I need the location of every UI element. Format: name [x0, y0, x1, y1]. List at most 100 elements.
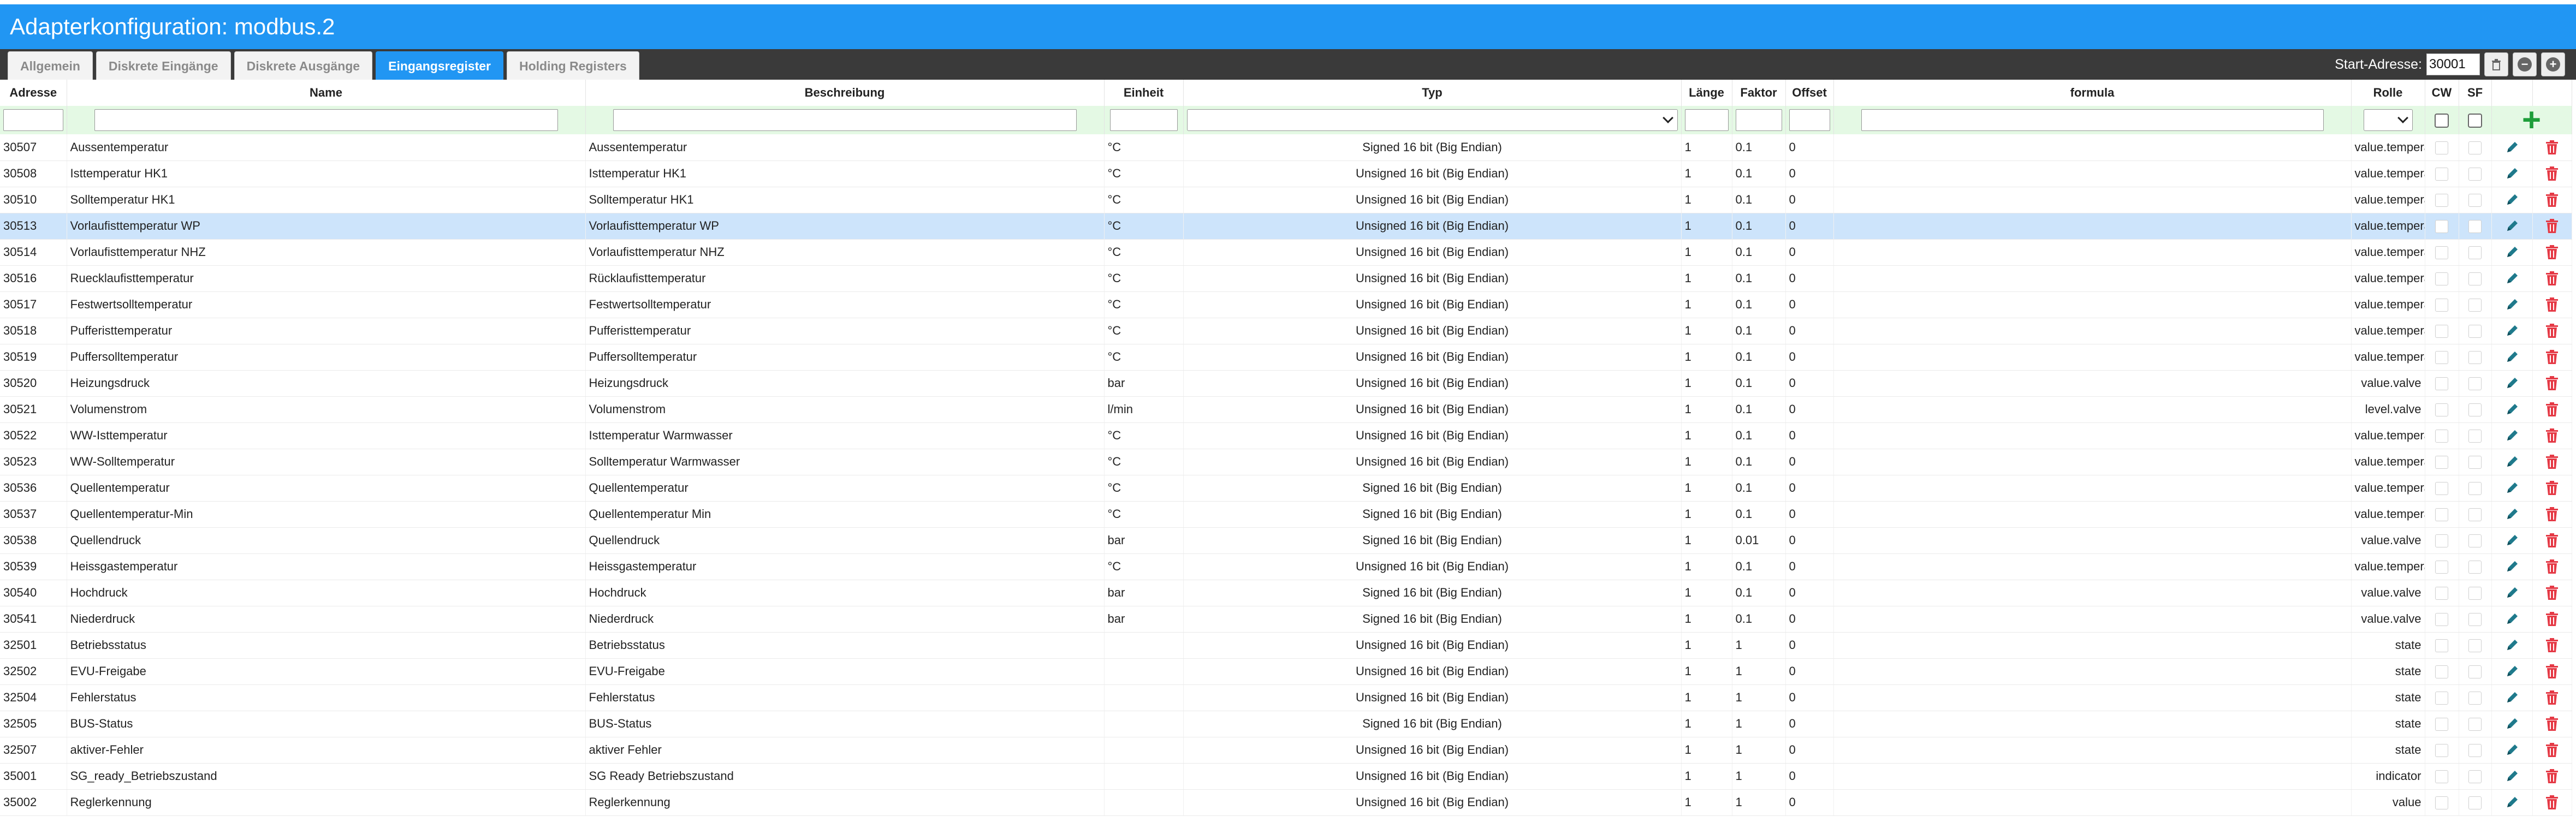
trash-icon[interactable]: [2544, 532, 2560, 549]
table-row[interactable]: 30520 Heizungsdruck Heizungsdruck bar Unsign…: [0, 370, 2572, 397]
sf-checkbox[interactable]: [2468, 141, 2482, 154]
trash-icon[interactable]: [2544, 742, 2560, 758]
sf-checkbox[interactable]: [2468, 351, 2482, 365]
col-header-length[interactable]: Länge: [1681, 80, 1732, 106]
sf-checkbox[interactable]: [2468, 534, 2482, 548]
filter-description-input[interactable]: [613, 109, 1077, 131]
trash-icon[interactable]: [2544, 296, 2560, 313]
pencil-icon[interactable]: [2504, 507, 2520, 522]
cw-checkbox[interactable]: [2435, 272, 2448, 286]
start-address-input[interactable]: [2426, 53, 2480, 75]
pencil-icon[interactable]: [2504, 271, 2520, 286]
cw-checkbox[interactable]: [2435, 770, 2448, 784]
pencil-icon[interactable]: [2504, 349, 2520, 365]
sf-checkbox[interactable]: [2468, 482, 2482, 496]
add-button[interactable]: +: [2541, 52, 2565, 76]
sf-checkbox[interactable]: [2468, 246, 2482, 260]
trash-icon[interactable]: [2544, 218, 2560, 234]
pencil-icon[interactable]: [2504, 480, 2520, 496]
pencil-icon[interactable]: [2504, 533, 2520, 548]
pencil-icon[interactable]: [2504, 769, 2520, 784]
table-row[interactable]: 30517 Festwertsolltemperatur Festwertsollt…: [0, 291, 2572, 318]
trash-icon[interactable]: [2544, 192, 2560, 208]
delete-all-button[interactable]: [2484, 52, 2508, 76]
filter-unit-input[interactable]: [1109, 109, 1178, 131]
filter-name-input[interactable]: [94, 109, 558, 131]
table-row[interactable]: 30541 Niederdruck Niederdruck bar Signed 16 …: [0, 606, 2572, 633]
table-row[interactable]: 35001 SG_ready_Betriebszustand SG Ready Be…: [0, 763, 2572, 790]
filter-address-input[interactable]: [3, 109, 63, 131]
pencil-icon[interactable]: [2504, 245, 2520, 260]
pencil-icon[interactable]: [2504, 166, 2520, 181]
cw-checkbox[interactable]: [2435, 796, 2448, 810]
trash-icon[interactable]: [2544, 401, 2560, 418]
cw-checkbox[interactable]: [2435, 534, 2448, 548]
pencil-icon[interactable]: [2504, 454, 2520, 469]
tab-holding-registers[interactable]: Holding Registers: [507, 51, 639, 80]
pencil-icon[interactable]: [2504, 795, 2520, 810]
sf-checkbox[interactable]: [2468, 194, 2482, 207]
trash-icon[interactable]: [2544, 323, 2560, 339]
trash-icon[interactable]: [2544, 768, 2560, 784]
cw-checkbox[interactable]: [2435, 613, 2448, 627]
filter-length-input[interactable]: [1684, 109, 1729, 131]
table-row[interactable]: 32501 Betriebsstatus Betriebsstatus Unsigne…: [0, 632, 2572, 659]
trash-icon[interactable]: [2544, 558, 2560, 575]
pencil-icon[interactable]: [2504, 140, 2520, 155]
table-row[interactable]: 30510 Solltemperatur HK1 Solltemperatur HK…: [0, 187, 2572, 213]
filter-cw-checkbox[interactable]: [2435, 113, 2449, 128]
table-row[interactable]: 30538 Quellendruck Quellendruck bar Signed 1…: [0, 527, 2572, 554]
table-row[interactable]: 30523 WW-Solltemperatur Solltemperatur War…: [0, 449, 2572, 475]
table-row[interactable]: 30516 Ruecklaufisttemperatur Rücklaufistte…: [0, 265, 2572, 292]
table-row[interactable]: 32507 aktiver-Fehler aktiver Fehler Unsigne…: [0, 737, 2572, 764]
cw-checkbox[interactable]: [2435, 665, 2448, 679]
col-header-address[interactable]: Adresse: [0, 80, 67, 106]
cw-checkbox[interactable]: [2435, 639, 2448, 653]
sf-checkbox[interactable]: [2468, 639, 2482, 653]
filter-type-select[interactable]: [1186, 109, 1678, 131]
pencil-icon[interactable]: [2504, 559, 2520, 574]
trash-icon[interactable]: [2544, 637, 2560, 653]
add-row-button[interactable]: +: [2495, 104, 2568, 136]
trash-icon[interactable]: [2544, 427, 2560, 444]
col-header-factor[interactable]: Faktor: [1732, 80, 1786, 106]
cw-checkbox[interactable]: [2435, 692, 2448, 705]
col-header-offset[interactable]: Offset: [1785, 80, 1834, 106]
pencil-icon[interactable]: [2504, 716, 2520, 731]
tab-diskrete-eingänge[interactable]: Diskrete Eingänge: [96, 51, 231, 80]
cw-checkbox[interactable]: [2435, 430, 2448, 443]
filter-sf-checkbox[interactable]: [2468, 113, 2482, 128]
trash-icon[interactable]: [2544, 375, 2560, 391]
cw-checkbox[interactable]: [2435, 168, 2448, 181]
pencil-icon[interactable]: [2504, 192, 2520, 207]
table-row[interactable]: 32502 EVU-Freigabe EVU-Freigabe Unsigned 16…: [0, 658, 2572, 685]
sf-checkbox[interactable]: [2468, 272, 2482, 286]
table-row[interactable]: 30518 Pufferisttemperatur Pufferisttempera…: [0, 318, 2572, 344]
tab-diskrete-ausgänge[interactable]: Diskrete Ausgänge: [234, 51, 373, 80]
pencil-icon[interactable]: [2504, 402, 2520, 417]
sf-checkbox[interactable]: [2468, 325, 2482, 338]
filter-factor-input[interactable]: [1735, 109, 1782, 131]
cw-checkbox[interactable]: [2435, 744, 2448, 758]
table-row[interactable]: 32505 BUS-Status BUS-Status Signed 16 bit (…: [0, 711, 2572, 737]
sf-checkbox[interactable]: [2468, 796, 2482, 810]
sf-checkbox[interactable]: [2468, 718, 2482, 731]
table-row[interactable]: 30537 Quellentemperatur-Min Quellentempera…: [0, 501, 2572, 528]
pencil-icon[interactable]: [2504, 585, 2520, 600]
sf-checkbox[interactable]: [2468, 587, 2482, 600]
sf-checkbox[interactable]: [2468, 692, 2482, 705]
sf-checkbox[interactable]: [2468, 770, 2482, 784]
sf-checkbox[interactable]: [2468, 744, 2482, 758]
pencil-icon[interactable]: [2504, 611, 2520, 627]
cw-checkbox[interactable]: [2435, 141, 2448, 154]
table-row[interactable]: 32504 Fehlerstatus Fehlerstatus Unsigned 16…: [0, 684, 2572, 711]
cw-checkbox[interactable]: [2435, 561, 2448, 574]
trash-icon[interactable]: [2544, 794, 2560, 811]
trash-icon[interactable]: [2544, 689, 2560, 706]
sf-checkbox[interactable]: [2468, 665, 2482, 679]
pencil-icon[interactable]: [2504, 664, 2520, 679]
trash-icon[interactable]: [2544, 506, 2560, 522]
trash-icon[interactable]: [2544, 349, 2560, 365]
sf-checkbox[interactable]: [2468, 377, 2482, 391]
filter-formula-input[interactable]: [1861, 109, 2324, 131]
